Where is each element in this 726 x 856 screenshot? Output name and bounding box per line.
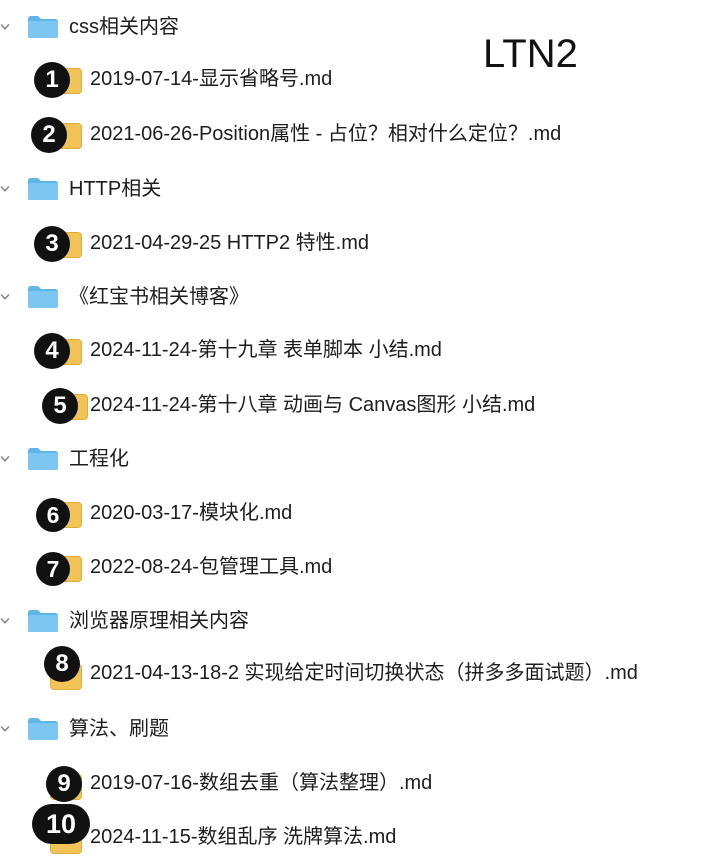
chevron-down-icon[interactable] xyxy=(0,184,10,194)
chevron-down-icon[interactable] xyxy=(0,22,10,32)
chevron-down-icon[interactable] xyxy=(0,724,10,734)
file-name: 2024-11-24-第十九章 表单脚本 小结.md xyxy=(90,339,442,361)
file-row[interactable]: 3 2021-04-29-25 HTTP2 特性.md xyxy=(0,226,726,262)
file-row[interactable]: 2 2021-06-26-Position属性 - 占位？相对什么定位？.md xyxy=(0,117,726,153)
chevron-down-icon[interactable] xyxy=(0,454,10,464)
number-badge: 2 xyxy=(31,117,67,153)
folder-row-engineering[interactable]: 工程化 xyxy=(0,444,726,474)
file-row[interactable]: 4 2024-11-24-第十九章 表单脚本 小结.md xyxy=(0,333,726,369)
file-row[interactable]: 7 2022-08-24-包管理工具.md xyxy=(0,550,726,586)
number-badge: 3 xyxy=(34,226,70,262)
folder-name: 算法、刷题 xyxy=(69,718,169,740)
folder-name: 工程化 xyxy=(69,448,129,470)
folder-row-css[interactable]: css相关内容 xyxy=(0,12,726,42)
file-name: 2019-07-16-数组去重（算法整理）.md xyxy=(90,772,433,794)
folder-name: 《红宝书相关博客》 xyxy=(69,286,249,308)
folder-icon xyxy=(27,609,59,633)
folder-name: css相关内容 xyxy=(69,16,179,38)
file-name: 2021-04-29-25 HTTP2 特性.md xyxy=(90,232,370,254)
file-name: 2021-04-13-18-2 实现给定时间切换状态（拼多多面试题）.md xyxy=(90,662,638,684)
file-row[interactable]: 8 2021-04-13-18-2 实现给定时间切换状态（拼多多面试题）.md xyxy=(0,646,726,690)
folder-icon xyxy=(27,717,59,741)
folder-icon xyxy=(27,447,59,471)
file-row[interactable]: 9 2019-07-16-数组去重（算法整理）.md xyxy=(0,766,726,802)
folder-row-browser[interactable]: 浏览器原理相关内容 xyxy=(0,606,726,636)
file-row[interactable]: 10 2024-11-15-数组乱序 洗牌算法.md xyxy=(0,804,726,854)
file-name: 2022-08-24-包管理工具.md xyxy=(90,556,333,578)
file-name: 2019-07-14-显示省略号.md xyxy=(90,68,333,90)
folder-row-http[interactable]: HTTP相关 xyxy=(0,174,726,204)
file-name: 2024-11-15-数组乱序 洗牌算法.md xyxy=(90,826,397,848)
number-badge: 6 xyxy=(36,498,70,532)
folder-row-redbook[interactable]: 《红宝书相关博客》 xyxy=(0,282,726,312)
number-badge: 7 xyxy=(36,552,70,586)
file-row[interactable]: 6 2020-03-17-模块化.md xyxy=(0,496,726,532)
chevron-down-icon[interactable] xyxy=(0,616,10,626)
number-badge: 9 xyxy=(46,766,82,802)
folder-name: HTTP相关 xyxy=(69,178,162,200)
file-name: 2021-06-26-Position属性 - 占位？相对什么定位？.md xyxy=(90,123,562,145)
number-badge: 8 xyxy=(44,646,80,682)
number-badge: 10 xyxy=(32,804,90,844)
file-row[interactable]: 5 2024-11-24-第十八章 动画与 Canvas图形 小结.md xyxy=(0,388,726,424)
number-badge: 5 xyxy=(42,388,78,424)
file-name: 2024-11-24-第十八章 动画与 Canvas图形 小结.md xyxy=(90,394,536,416)
number-badge: 1 xyxy=(34,62,70,98)
folder-row-algorithm[interactable]: 算法、刷题 xyxy=(0,714,726,744)
file-row[interactable]: 1 2019-07-14-显示省略号.md xyxy=(0,62,726,98)
folder-icon xyxy=(27,285,59,309)
folder-icon xyxy=(27,15,59,39)
folder-name: 浏览器原理相关内容 xyxy=(69,610,249,632)
chevron-down-icon[interactable] xyxy=(0,292,10,302)
file-name: 2020-03-17-模块化.md xyxy=(90,502,293,524)
folder-icon xyxy=(27,177,59,201)
number-badge: 4 xyxy=(34,333,70,369)
